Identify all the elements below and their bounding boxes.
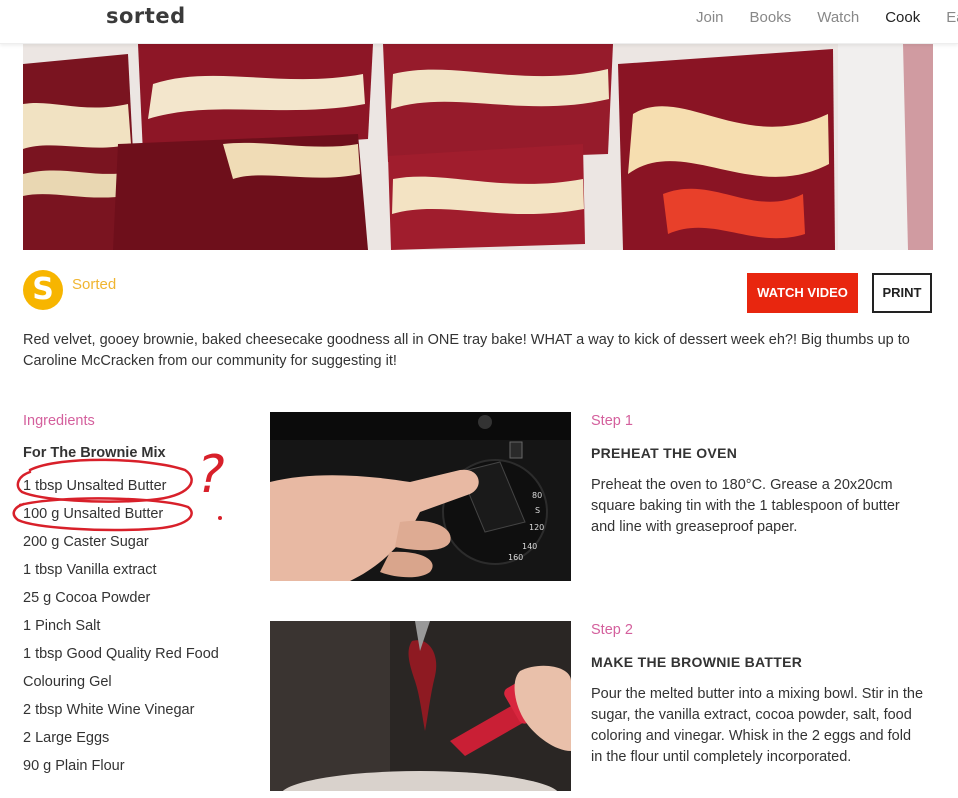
step-1-title: PREHEAT THE OVEN [591,445,738,461]
ingredient-item: 90 g Plain Flour [23,758,125,774]
ingredient-item: 1 Pinch Salt [23,618,101,634]
annotation-dot [218,516,222,520]
author-name[interactable]: Sorted [72,276,116,293]
ingredient-item: 1 tbsp Unsalted Butter [23,478,167,494]
question-mark-annotation: ? [197,445,225,505]
ingredients-heading: For The Brownie Mix [23,445,166,461]
dial-mark: 120 [529,523,544,532]
hero-image-red-velvet-brownies [23,44,933,250]
ingredient-item: 1 tbsp Good Quality Red Food [23,646,219,662]
step-1: Step 1 PREHEAT THE OVEN Preheat the oven… [591,413,931,553]
author-avatar[interactable]: S [23,270,63,310]
print-button[interactable]: PRINT [872,273,932,313]
step-2-title: MAKE THE BROWNIE BATTER [591,654,803,670]
step-2-body: Pour the melted butter into a mixing bow… [591,686,924,765]
site-logo[interactable]: sorted [106,4,186,28]
ingredient-item: Colouring Gel [23,674,112,690]
ingredient-item: 2 Large Eggs [23,730,110,746]
step-1-body: Preheat the oven to 180°C. Grease a 20x2… [591,477,900,535]
step-2-label: Step 2 [591,622,633,638]
nav-eat[interactable]: Ea [946,9,958,26]
step-1-image-oven-dial: 80 S 120 140 160 [270,412,571,581]
ingredients-label: Ingredients [23,413,95,429]
watch-video-button[interactable]: WATCH VIDEO [747,273,858,313]
ingredients-section: Ingredients For The Brownie Mix 1 tbsp U… [23,413,253,774]
dial-mark: S [535,506,540,515]
dial-mark: 160 [508,553,523,562]
ingredient-item: 2 tbsp White Wine Vinegar [23,702,195,718]
ingredient-item: 25 g Cocoa Powder [23,590,151,606]
step-2: Step 2 MAKE THE BROWNIE BATTER Pour the … [591,622,931,782]
step-1-label: Step 1 [591,413,633,429]
ingredient-item: 200 g Caster Sugar [23,534,149,550]
nav-cook[interactable]: Cook [885,9,920,26]
recipe-intro: Red velvet, gooey brownie, baked cheesec… [23,332,910,369]
top-navigation-bar: sorted Join Books Watch Cook Ea [0,0,958,44]
nav-watch[interactable]: Watch [817,9,859,26]
dial-mark: 140 [522,542,537,551]
main-nav: Join Books Watch Cook Ea [696,9,958,26]
nav-join[interactable]: Join [696,9,724,26]
ingredient-item: 1 tbsp Vanilla extract [23,562,157,578]
step-2-image-brownie-batter [270,621,571,791]
ingredient-item: 100 g Unsalted Butter [23,506,164,522]
nav-books[interactable]: Books [750,9,792,26]
dial-mark: 80 [532,491,542,500]
